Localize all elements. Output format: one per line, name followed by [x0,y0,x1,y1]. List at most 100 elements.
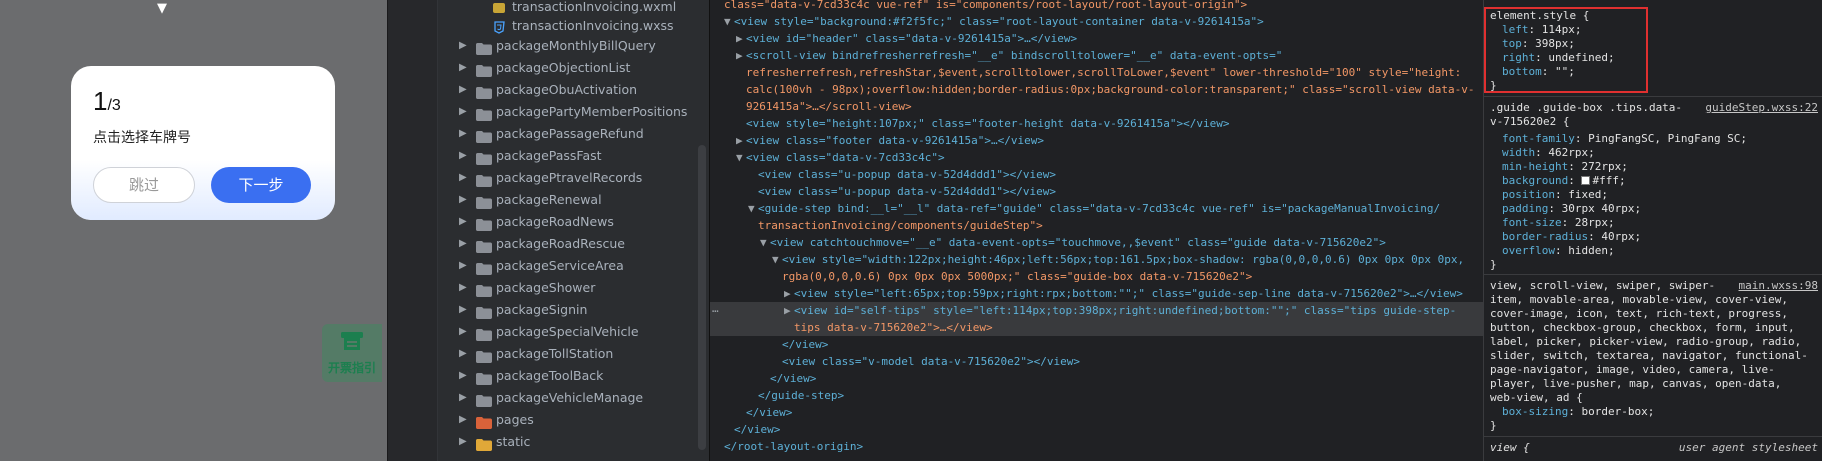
tree-folder-item[interactable]: ▶ packageObuActivation [388,79,709,101]
dom-node-line[interactable]: ▶ <scroll-view bindrefresherrefresh="__e"… [710,47,1483,64]
tree-folder-item[interactable]: ▶ packageServiceArea [388,255,709,277]
dom-node-line[interactable]: </view> [710,421,1483,438]
dom-node-line[interactable]: transactionInvoicing/components/guideSte… [710,217,1483,234]
tree-folder-item[interactable]: ▶ packageRoadNews [388,211,709,233]
dom-node-line[interactable]: </view> [710,404,1483,421]
dom-node-line[interactable]: <view style="height:107px;" class="foote… [710,115,1483,132]
tree-folder-item[interactable]: ▶ packagePartyMemberPositions [388,101,709,123]
node-toggle-icon[interactable]: ▶ [736,47,743,64]
skip-button[interactable]: 跳过 [93,167,195,203]
dom-node-line[interactable]: ▼ <view class="data-v-7cd33c4c"> [710,149,1483,166]
dom-node-line[interactable]: <view class="v-model data-v-715620e2"></… [710,353,1483,370]
tree-folder-item[interactable]: ▶ packageSignin [388,299,709,321]
tree-folder-item[interactable]: ▶ packageVehicleManage [388,387,709,409]
expand-chevron-icon[interactable]: ▶ [459,123,467,145]
dom-node-line[interactable]: refresherrefresh,refreshStar,$event,scro… [710,64,1483,81]
tree-folder-item[interactable]: ▶ packageObjectionList [388,57,709,79]
dom-node-line[interactable]: ▶ <view id="self-tips" style="left:114px;… [710,302,1483,319]
expand-chevron-icon[interactable]: ▶ [459,409,467,431]
expand-chevron-icon[interactable]: ▶ [459,101,467,123]
style-property[interactable]: padding: 30rpx 40rpx; [1502,202,1641,216]
dom-node-line[interactable]: ▼ <view catchtouchmove="__e" data-event-o… [710,234,1483,251]
expand-chevron-icon[interactable]: ▶ [459,299,467,321]
node-toggle-icon[interactable]: ▶ [784,302,791,319]
dom-node-line[interactable]: </root-layout-origin> [710,438,1483,455]
dropdown-arrow-icon[interactable]: ▼ [157,1,167,17]
node-toggle-icon[interactable]: ▼ [760,234,767,251]
expand-chevron-icon[interactable]: ▶ [459,431,467,453]
dom-node-line[interactable]: ▼ <view style="background:#f2f5fc;" class… [710,13,1483,30]
node-toggle-icon[interactable]: ▼ [724,13,731,30]
style-property[interactable]: border-radius: 40rpx; [1502,230,1641,244]
style-property[interactable]: background: #fff; [1502,174,1626,188]
dom-node-line[interactable]: </guide-step> [710,387,1483,404]
expand-chevron-icon[interactable]: ▶ [459,233,467,255]
expand-chevron-icon[interactable]: ▶ [459,277,467,299]
tree-folder-item[interactable]: ▶ packageRoadRescue [388,233,709,255]
dom-node-line[interactable]: <view class="u-popup data-v-52d4ddd1"></… [710,183,1483,200]
style-property[interactable]: width: 462rpx; [1502,146,1595,160]
style-property[interactable]: right: undefined; [1502,51,1615,65]
style-property[interactable]: position: fixed; [1502,188,1608,202]
node-toggle-icon[interactable]: ▼ [772,251,779,268]
dom-node-line[interactable]: tips data-v-715620e2">…</view> [710,319,1483,336]
selected-node-dots: … [712,302,719,315]
dom-node-line[interactable]: ▶ <view class="footer data-v-9261415a">…<… [710,132,1483,149]
dom-node-text: 9261415a">…</scroll-view> [746,100,912,113]
expand-chevron-icon[interactable]: ▶ [459,35,467,57]
dom-node-line[interactable]: </view> [710,336,1483,353]
tree-folder-item[interactable]: ▶ packageTollStation [388,343,709,365]
style-property[interactable]: font-size: 28rpx; [1502,216,1615,230]
style-property[interactable]: bottom: ""; [1502,65,1575,79]
node-toggle-icon[interactable]: ▶ [736,30,743,47]
tree-folder-item[interactable]: ▶ packageRenewal [388,189,709,211]
dom-node-line[interactable]: <view class="u-popup data-v-52d4ddd1"></… [710,166,1483,183]
node-toggle-icon[interactable]: ▶ [784,285,791,302]
dom-node-line[interactable]: ▼ <guide-step bind:__l="__l" data-ref="gu… [710,200,1483,217]
dom-node-line[interactable]: 9261415a">…</scroll-view> [710,98,1483,115]
node-toggle-icon[interactable]: ▼ [736,149,743,166]
tree-folder-item[interactable]: ▶ packageMonthlyBillQuery [388,35,709,57]
expand-chevron-icon[interactable]: ▶ [459,211,467,233]
tree-folder-item[interactable]: ▶ static [388,431,709,453]
next-step-button[interactable]: 下一步 [211,167,311,203]
node-toggle-icon[interactable]: ▶ [736,132,743,149]
dom-node-line[interactable]: ▶ <view id="header" class="data-v-9261415… [710,30,1483,47]
style-property[interactable]: min-height: 272rpx; [1502,160,1628,174]
expand-chevron-icon[interactable]: ▶ [459,167,467,189]
expand-chevron-icon[interactable]: ▶ [459,57,467,79]
dom-node-line[interactable]: calc(100vh - 98px);overflow:hidden;borde… [710,81,1483,98]
rule3-source-link[interactable]: main.wxss:98 [1739,279,1818,292]
expand-chevron-icon[interactable]: ▶ [459,365,467,387]
dom-node-line[interactable]: ▼ <view style="width:122px;height:46px;le… [710,251,1483,268]
expand-chevron-icon[interactable]: ▶ [459,255,467,277]
tree-folder-item[interactable]: ▶ packageSpecialVehicle [388,321,709,343]
dom-node-line[interactable]: </view> [710,370,1483,387]
style-property[interactable]: left: 114px; [1502,23,1582,37]
tree-folder-item[interactable]: ▶ packagePassageRefund [388,123,709,145]
expand-chevron-icon[interactable]: ▶ [459,321,467,343]
expand-chevron-icon[interactable]: ▶ [459,145,467,167]
style-property[interactable]: top: 398px; [1502,37,1575,51]
tree-folder-item[interactable]: ▶ packageToolBack [388,365,709,387]
expand-chevron-icon[interactable]: ▶ [459,189,467,211]
tree-folder-item[interactable]: ▶ packagePassFast [388,145,709,167]
invoice-guide-button[interactable]: 开票指引 [322,324,382,382]
dom-node-line[interactable]: class="data-v-7cd33c4c vue-ref" is="comp… [710,0,1483,13]
rule3-selector-line: player, live-pusher, map, canvas, open-d… [1490,377,1782,390]
dom-node-line[interactable]: ▶ <view style="left:65px;top:59px;right:r… [710,285,1483,302]
tree-folder-item[interactable]: ▶ pages [388,409,709,431]
tree-file-item[interactable]: transactionInvoicing.wxss [388,15,709,37]
tree-folder-item[interactable]: ▶ packagePtravelRecords [388,167,709,189]
expand-chevron-icon[interactable]: ▶ [459,387,467,409]
style-property[interactable]: overflow: hidden; [1502,244,1615,258]
tree-scrollbar[interactable] [698,145,706,450]
expand-chevron-icon[interactable]: ▶ [459,79,467,101]
tree-folder-item[interactable]: ▶ packageShower [388,277,709,299]
color-swatch-icon[interactable] [1581,176,1591,185]
style-property[interactable]: font-family: PingFangSC, PingFang SC; [1502,132,1747,146]
rule2-source-link[interactable]: guideStep.wxss:22 [1705,101,1818,114]
node-toggle-icon[interactable]: ▼ [748,200,755,217]
dom-node-line[interactable]: rgba(0,0,0,0.6) 0px 0px 0px 5000px;" cla… [710,268,1483,285]
expand-chevron-icon[interactable]: ▶ [459,343,467,365]
